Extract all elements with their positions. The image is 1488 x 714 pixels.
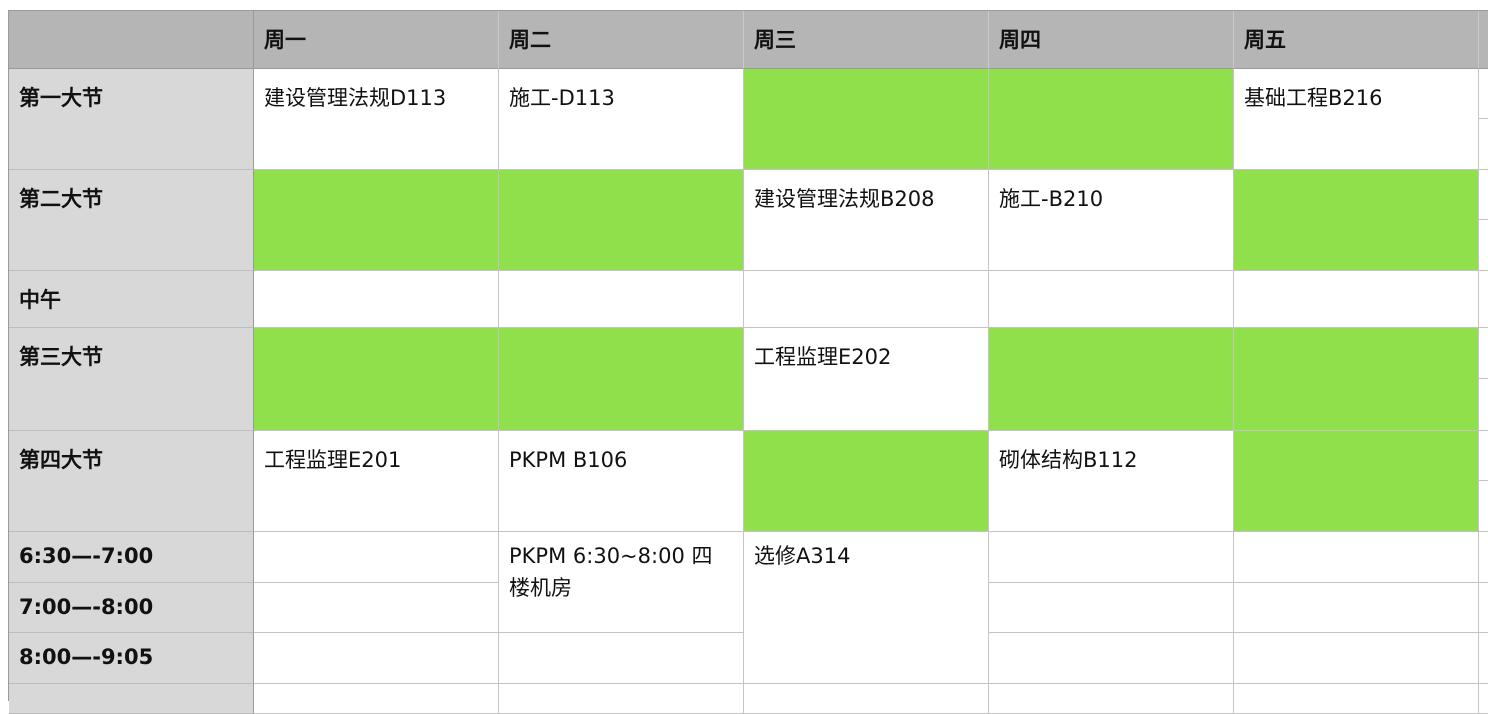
cell-evening2-thu[interactable] bbox=[989, 583, 1234, 633]
overflow-cell[interactable] bbox=[1479, 633, 1488, 684]
overflow-cell[interactable] bbox=[1479, 532, 1488, 583]
overflow-cell[interactable] bbox=[1479, 69, 1488, 119]
cell-evening3-thu[interactable] bbox=[989, 633, 1234, 684]
overflow-cell[interactable] bbox=[1479, 379, 1488, 431]
header-corner-cell[interactable] bbox=[9, 11, 254, 69]
cell-period1-tue[interactable]: 施工-D113 bbox=[499, 69, 744, 170]
header-overflow-cell[interactable] bbox=[1479, 11, 1488, 69]
cell-period3-wed[interactable]: 工程监理E202 bbox=[744, 328, 989, 431]
header-day-thu[interactable]: 周四 bbox=[989, 11, 1234, 69]
row-header-period-1[interactable]: 第一大节 bbox=[9, 69, 254, 170]
cell-evening3-fri[interactable] bbox=[1234, 633, 1479, 684]
cell-period2-tue[interactable] bbox=[499, 170, 744, 271]
cell-period1-fri[interactable]: 基础工程B216 bbox=[1234, 69, 1479, 170]
cell-period4-fri[interactable] bbox=[1234, 431, 1479, 532]
header-day-mon[interactable]: 周一 bbox=[254, 11, 499, 69]
cell-period4-wed[interactable] bbox=[744, 431, 989, 532]
row-header-noon[interactable]: 中午 bbox=[9, 271, 254, 328]
cell-evening4-tue[interactable] bbox=[499, 684, 744, 714]
cell-evening-tue-merged[interactable]: PKPM 6:30~8:00 四楼机房 bbox=[499, 532, 744, 633]
row-header-evening-4[interactable] bbox=[9, 684, 254, 714]
cell-evening-wed-merged[interactable]: 选修A314 bbox=[744, 532, 989, 684]
cell-evening1-fri[interactable] bbox=[1234, 532, 1479, 583]
cell-evening4-wed[interactable] bbox=[744, 684, 989, 714]
row-header-evening-2[interactable]: 7:00—-8:00 bbox=[9, 583, 254, 633]
overflow-cell[interactable] bbox=[1479, 481, 1488, 532]
overflow-cell[interactable] bbox=[1479, 119, 1488, 170]
row-header-period-3[interactable]: 第三大节 bbox=[9, 328, 254, 431]
cell-period3-tue[interactable] bbox=[499, 328, 744, 431]
overflow-cell[interactable] bbox=[1479, 583, 1488, 633]
timetable-sheet: 周一 周二 周三 周四 周五 第一大节 建设管理法规D113 施工-D113 基… bbox=[8, 10, 1488, 714]
cell-noon-mon[interactable] bbox=[254, 271, 499, 328]
cell-period2-wed[interactable]: 建设管理法规B208 bbox=[744, 170, 989, 271]
overflow-cell[interactable] bbox=[1479, 220, 1488, 271]
header-day-fri[interactable]: 周五 bbox=[1234, 11, 1479, 69]
cell-noon-fri[interactable] bbox=[1234, 271, 1479, 328]
overflow-cell[interactable] bbox=[1479, 170, 1488, 220]
row-header-evening-3[interactable]: 8:00—-9:05 bbox=[9, 633, 254, 684]
cell-period4-tue[interactable]: PKPM B106 bbox=[499, 431, 744, 532]
cell-period1-thu[interactable] bbox=[989, 69, 1234, 170]
cell-period2-fri[interactable] bbox=[1234, 170, 1479, 271]
header-day-tue[interactable]: 周二 bbox=[499, 11, 744, 69]
cell-noon-wed[interactable] bbox=[744, 271, 989, 328]
cell-evening4-mon[interactable] bbox=[254, 684, 499, 714]
overflow-cell[interactable] bbox=[1479, 271, 1488, 328]
cell-evening3-tue[interactable] bbox=[499, 633, 744, 684]
cell-evening2-fri[interactable] bbox=[1234, 583, 1479, 633]
cell-evening1-mon[interactable] bbox=[254, 532, 499, 583]
cell-period3-fri[interactable] bbox=[1234, 328, 1479, 431]
cell-evening3-mon[interactable] bbox=[254, 633, 499, 684]
cell-period1-wed[interactable] bbox=[744, 69, 989, 170]
cell-noon-thu[interactable] bbox=[989, 271, 1234, 328]
cell-period3-thu[interactable] bbox=[989, 328, 1234, 431]
cell-noon-tue[interactable] bbox=[499, 271, 744, 328]
cell-period2-thu[interactable]: 施工-B210 bbox=[989, 170, 1234, 271]
row-header-evening-1[interactable]: 6:30—-7:00 bbox=[9, 532, 254, 583]
cell-period3-mon[interactable] bbox=[254, 328, 499, 431]
cell-evening4-fri[interactable] bbox=[1234, 684, 1479, 714]
overflow-cell[interactable] bbox=[1479, 431, 1488, 481]
header-day-wed[interactable]: 周三 bbox=[744, 11, 989, 69]
cell-period4-thu[interactable]: 砌体结构B112 bbox=[989, 431, 1234, 532]
cell-evening4-thu[interactable] bbox=[989, 684, 1234, 714]
row-header-period-4[interactable]: 第四大节 bbox=[9, 431, 254, 532]
overflow-cell[interactable] bbox=[1479, 328, 1488, 379]
cell-period1-mon[interactable]: 建设管理法规D113 bbox=[254, 69, 499, 170]
cell-period2-mon[interactable] bbox=[254, 170, 499, 271]
overflow-cell[interactable] bbox=[1479, 684, 1488, 714]
row-header-period-2[interactable]: 第二大节 bbox=[9, 170, 254, 271]
cell-evening1-thu[interactable] bbox=[989, 532, 1234, 583]
cell-period4-mon[interactable]: 工程监理E201 bbox=[254, 431, 499, 532]
cell-evening2-mon[interactable] bbox=[254, 583, 499, 633]
